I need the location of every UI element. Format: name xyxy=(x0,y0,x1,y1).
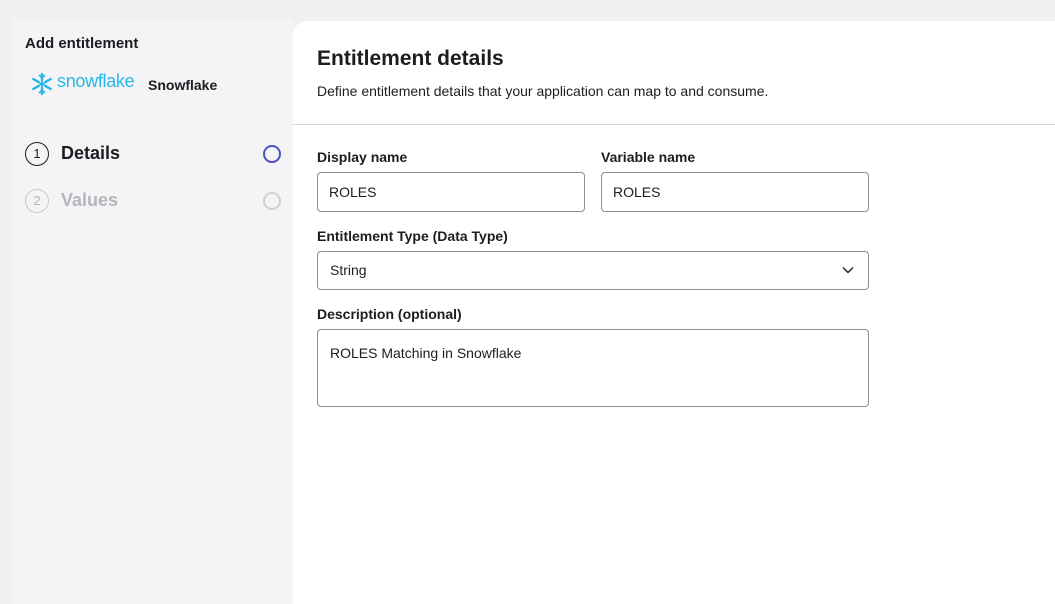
page-title: Entitlement details xyxy=(317,47,504,70)
description-textarea[interactable]: ROLES Matching in Snowflake xyxy=(317,329,869,407)
description-label: Description (optional) xyxy=(317,306,462,322)
step-details[interactable]: 1 Details xyxy=(25,142,281,166)
step-number: 2 xyxy=(25,189,49,213)
step-values[interactable]: 2 Values xyxy=(25,189,281,213)
step-status-circle-icon xyxy=(263,192,281,210)
snowflake-wordmark: snowflake xyxy=(57,70,135,91)
variable-name-label: Variable name xyxy=(601,149,696,165)
app-name: Snowflake xyxy=(148,77,218,93)
snowflake-icon xyxy=(32,72,52,96)
display-name-label: Display name xyxy=(317,149,408,165)
main-panel: Entitlement details Define entitlement d… xyxy=(293,21,1055,604)
sidebar-title: Add entitlement xyxy=(25,35,139,52)
entitlement-type-select[interactable]: String xyxy=(317,251,869,290)
app-identity: snowflake Snowflake xyxy=(30,70,280,96)
entitlement-type-value: String xyxy=(330,262,367,278)
main-header: Entitlement details Define entitlement d… xyxy=(293,21,1055,125)
entitlement-type-label: Entitlement Type (Data Type) xyxy=(317,228,508,244)
variable-name-input[interactable] xyxy=(601,172,869,212)
step-status-circle-icon xyxy=(263,145,281,163)
snowflake-logo: snowflake xyxy=(30,70,135,96)
sidebar: Add entitlement snowflake Snowflake 1 De… xyxy=(12,20,293,604)
step-number: 1 xyxy=(25,142,49,166)
step-label: Details xyxy=(61,143,121,163)
display-name-input[interactable] xyxy=(317,172,585,212)
chevron-down-icon xyxy=(842,267,854,274)
step-label: Values xyxy=(61,190,119,210)
page-subtitle: Define entitlement details that your app… xyxy=(317,83,769,99)
